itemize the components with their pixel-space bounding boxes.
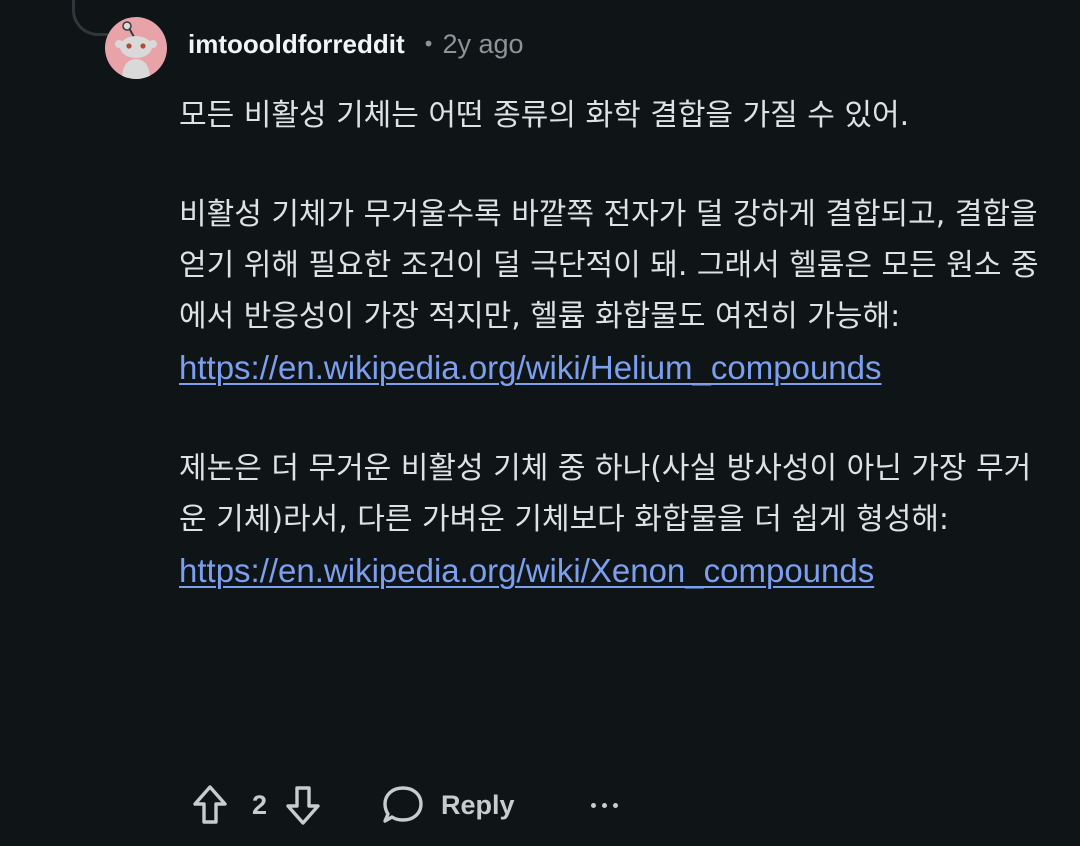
paragraph-text: 비활성 기체가 무거울수록 바깥쪽 전자가 덜 강하게 결합되고, 결합을 얻기…: [179, 197, 1039, 334]
comment-header: imtoooldforreddit • 2y ago: [188, 26, 524, 62]
username[interactable]: imtoooldforreddit: [188, 29, 405, 60]
xenon-compounds-link[interactable]: https://en.wikipedia.org/wiki/Xenon_comp…: [179, 552, 874, 589]
comment-actions: 2 Reply: [188, 778, 618, 832]
speech-bubble-icon: [383, 786, 423, 823]
helium-compounds-link[interactable]: https://en.wikipedia.org/wiki/Helium_com…: [179, 349, 882, 386]
upvote-button[interactable]: [188, 780, 232, 830]
paragraph-text: 모든 비활성 기체는 어떤 종류의 화학 결합을 가질 수 있어.: [179, 98, 910, 133]
comment-paragraph: 비활성 기체가 무거울수록 바깥쪽 전자가 덜 강하게 결합되고, 결합을 얻기…: [179, 189, 1049, 395]
thread-connector-line: [72, 0, 108, 36]
vote-count: 2: [252, 789, 268, 820]
reply-label: Reply: [441, 789, 515, 820]
arrow-up-icon: [193, 785, 227, 824]
timestamp: 2y ago: [442, 28, 524, 59]
avatar[interactable]: [105, 17, 167, 79]
more-options-button[interactable]: [590, 780, 618, 830]
arrow-down-icon: [286, 786, 320, 825]
paragraph-text: 제논은 더 무거운 비활성 기체 중 하나(사실 방사성이 아닌 가장 무거운 …: [179, 451, 1032, 537]
reply-button[interactable]: Reply: [381, 784, 515, 826]
snoo-avatar-icon: [115, 21, 157, 79]
comment-paragraph: 모든 비활성 기체는 어떤 종류의 화학 결합을 가질 수 있어.: [179, 90, 1049, 141]
meta-separator: •: [422, 32, 435, 56]
downvote-button[interactable]: [281, 780, 325, 830]
more-horizontal-icon: [590, 802, 618, 808]
comment-paragraph: 제논은 더 무거운 비활성 기체 중 하나(사실 방사성이 아닌 가장 무거운 …: [179, 443, 1049, 598]
comment-body: 모든 비활성 기체는 어떤 종류의 화학 결합을 가질 수 있어. 비활성 기체…: [179, 90, 1049, 598]
